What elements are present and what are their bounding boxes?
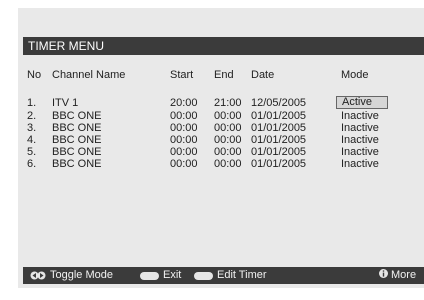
row-channel: BBC ONE bbox=[52, 146, 102, 158]
column-header-mode: Mode bbox=[341, 69, 369, 81]
edit-timer-hint: Edit Timer bbox=[194, 267, 267, 284]
timer-row[interactable]: 1. ITV 1 20:00 21:00 12/05/2005 Active bbox=[0, 96, 424, 109]
row-mode[interactable]: Inactive bbox=[341, 122, 379, 134]
row-start: 00:00 bbox=[170, 122, 198, 134]
row-date: 01/01/2005 bbox=[251, 122, 307, 134]
exit-hint: Exit bbox=[140, 267, 181, 284]
row-channel: BBC ONE bbox=[52, 122, 102, 134]
row-end: 21:00 bbox=[214, 97, 242, 109]
column-header-end: End bbox=[214, 69, 234, 81]
row-mode[interactable]: Inactive bbox=[341, 158, 379, 170]
exit-label: Exit bbox=[163, 269, 182, 281]
column-header-start: Start bbox=[170, 69, 194, 81]
row-number: 1. bbox=[27, 97, 37, 109]
row-number: 3. bbox=[27, 122, 37, 134]
row-date: 01/01/2005 bbox=[251, 110, 307, 122]
row-mode[interactable]: Inactive bbox=[341, 134, 379, 146]
row-end: 00:00 bbox=[214, 158, 242, 170]
tv-screen: TIMER MENU No Channel Name Start End Dat… bbox=[0, 0, 424, 300]
more-hint: More bbox=[379, 267, 416, 284]
timer-row[interactable]: 3. BBC ONE 00:00 00:00 01/01/2005 Inacti… bbox=[0, 122, 424, 134]
row-channel: BBC ONE bbox=[52, 134, 102, 146]
help-bar: Toggle Mode Exit Edit Timer More bbox=[23, 267, 424, 284]
more-label: More bbox=[391, 269, 417, 281]
row-date: 01/01/2005 bbox=[251, 158, 307, 170]
row-number: 2. bbox=[27, 110, 37, 122]
column-header-date: Date bbox=[251, 69, 275, 81]
row-channel: BBC ONE bbox=[52, 110, 102, 122]
timer-row[interactable]: 6. BBC ONE 00:00 00:00 01/01/2005 Inacti… bbox=[0, 158, 424, 170]
timer-row[interactable]: 2. BBC ONE 00:00 00:00 01/01/2005 Inacti… bbox=[0, 110, 424, 122]
row-number: 6. bbox=[27, 158, 37, 170]
menu-button-icon bbox=[140, 271, 159, 280]
row-number: 5. bbox=[27, 146, 37, 158]
toggle-mode-hint: Toggle Mode bbox=[30, 267, 113, 284]
row-channel: BBC ONE bbox=[52, 158, 102, 170]
row-start: 20:00 bbox=[170, 97, 198, 109]
row-start: 00:00 bbox=[170, 110, 198, 122]
select-button-icon bbox=[194, 271, 213, 280]
row-end: 00:00 bbox=[214, 110, 242, 122]
row-start: 00:00 bbox=[170, 134, 198, 146]
row-mode-selector[interactable]: Active bbox=[336, 96, 388, 109]
row-end: 00:00 bbox=[214, 122, 242, 134]
row-start: 00:00 bbox=[170, 146, 198, 158]
column-header-channel: Channel Name bbox=[52, 69, 126, 81]
timer-row[interactable]: 5. BBC ONE 00:00 00:00 01/01/2005 Inacti… bbox=[0, 146, 424, 158]
row-start: 00:00 bbox=[170, 158, 198, 170]
menu-title: TIMER MENU bbox=[23, 37, 424, 55]
edit-timer-label: Edit Timer bbox=[217, 269, 267, 281]
toggle-mode-label: Toggle Mode bbox=[50, 269, 113, 281]
row-date: 12/05/2005 bbox=[251, 97, 307, 109]
row-date: 01/01/2005 bbox=[251, 146, 307, 158]
column-header-no: No bbox=[27, 69, 42, 81]
info-icon bbox=[379, 267, 388, 284]
timer-row[interactable]: 4. BBC ONE 00:00 00:00 01/01/2005 Inacti… bbox=[0, 134, 424, 146]
row-end: 00:00 bbox=[214, 146, 242, 158]
row-number: 4. bbox=[27, 134, 37, 146]
row-date: 01/01/2005 bbox=[251, 134, 307, 146]
row-mode[interactable]: Inactive bbox=[341, 110, 379, 122]
row-end: 00:00 bbox=[214, 134, 242, 146]
row-mode[interactable]: Inactive bbox=[341, 146, 379, 158]
row-channel: ITV 1 bbox=[52, 97, 79, 109]
left-right-arrows-icon bbox=[30, 271, 46, 280]
